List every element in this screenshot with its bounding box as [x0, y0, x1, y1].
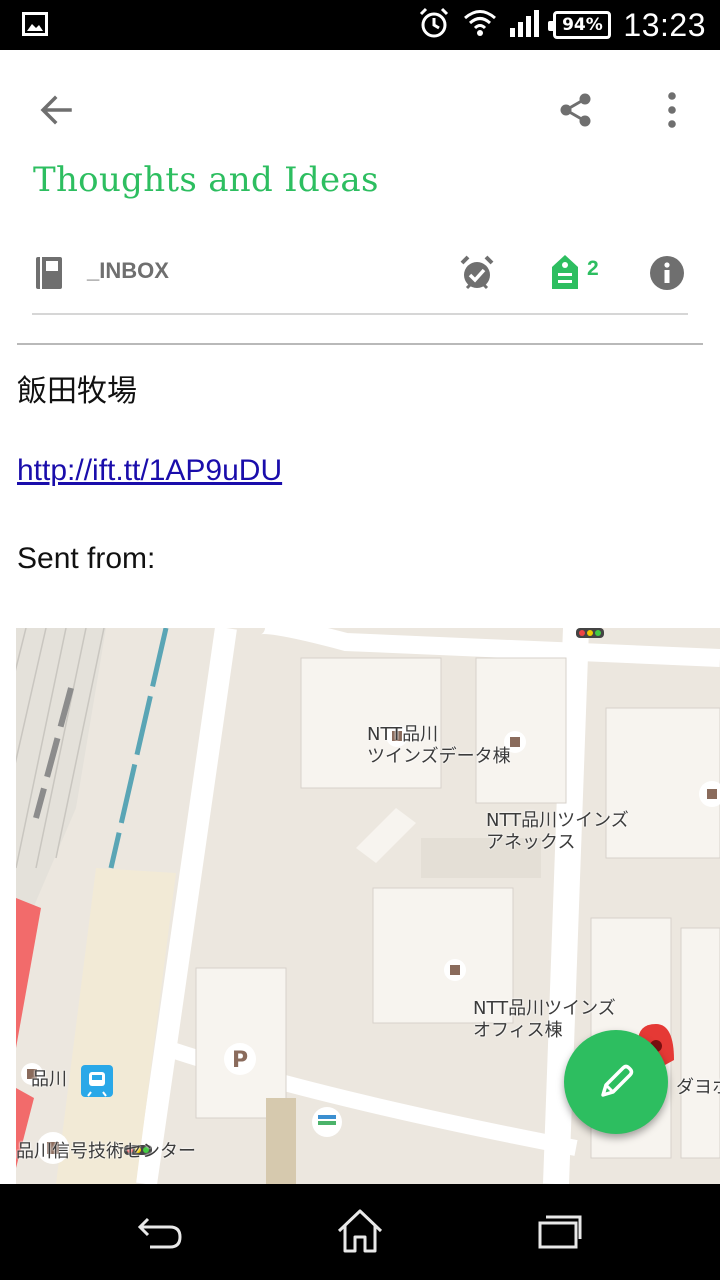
divider: [17, 343, 703, 345]
clock: 13:23: [623, 6, 706, 43]
note-heading: 飯田牧場: [17, 375, 137, 408]
nav-recents-button[interactable]: [530, 1206, 590, 1256]
info-icon: [650, 256, 684, 290]
arrow-back-icon: [40, 95, 72, 125]
map-label: 品川信号技術センター: [16, 1141, 196, 1162]
sent-from-text: Sent from:: [17, 542, 156, 575]
nav-back-icon: [137, 1217, 182, 1249]
battery-icon: 94%: [548, 11, 612, 39]
map-label: 品川: [31, 1069, 67, 1090]
reminder-button[interactable]: [457, 253, 497, 293]
more-vert-icon: [668, 92, 676, 128]
alarm-icon: [417, 6, 451, 44]
nav-home-icon: [337, 1209, 383, 1253]
nav-back-button[interactable]: [130, 1206, 190, 1256]
edit-fab-button[interactable]: [564, 1030, 668, 1134]
notebook-name[interactable]: _INBOX: [87, 258, 169, 284]
share-icon: [560, 93, 591, 127]
map-label: ダヨホ: [676, 1077, 720, 1098]
alarm-check-icon: [460, 255, 494, 290]
note-title[interactable]: Thoughts and Ideas: [33, 160, 379, 200]
pencil-icon: [601, 1064, 634, 1097]
nav-recents-icon: [538, 1215, 582, 1249]
battery-level: 94%: [562, 15, 603, 35]
tag-icon: [552, 255, 578, 289]
back-button[interactable]: [34, 88, 78, 132]
info-button[interactable]: [647, 253, 687, 293]
map-label: NTT品川ツインズ アネックス: [486, 810, 629, 853]
share-button[interactable]: [554, 88, 598, 132]
overflow-menu-button[interactable]: [650, 88, 694, 132]
svg-text:P: P: [232, 1048, 248, 1073]
nav-home-button[interactable]: [330, 1204, 390, 1258]
wifi-icon: [463, 8, 497, 42]
status-bar: 94% 13:23: [0, 0, 720, 50]
toolbar: [0, 80, 720, 140]
tag-count[interactable]: 2: [587, 257, 599, 281]
note-link[interactable]: http://ift.tt/1AP9uDU: [17, 454, 282, 488]
note-view: Thoughts and Ideas _INBOX 2 飯田牧場 http://…: [0, 50, 720, 1184]
signal-icon: [509, 8, 541, 42]
system-nav-bar: [0, 1184, 720, 1280]
notebook-icon[interactable]: [32, 253, 66, 293]
tags-button[interactable]: [548, 251, 582, 293]
image-icon: [22, 12, 48, 40]
divider: [32, 313, 688, 315]
map-label: NTT品川 ツインズデータ棟: [367, 724, 511, 767]
note-meta-row: _INBOX 2: [0, 245, 720, 305]
